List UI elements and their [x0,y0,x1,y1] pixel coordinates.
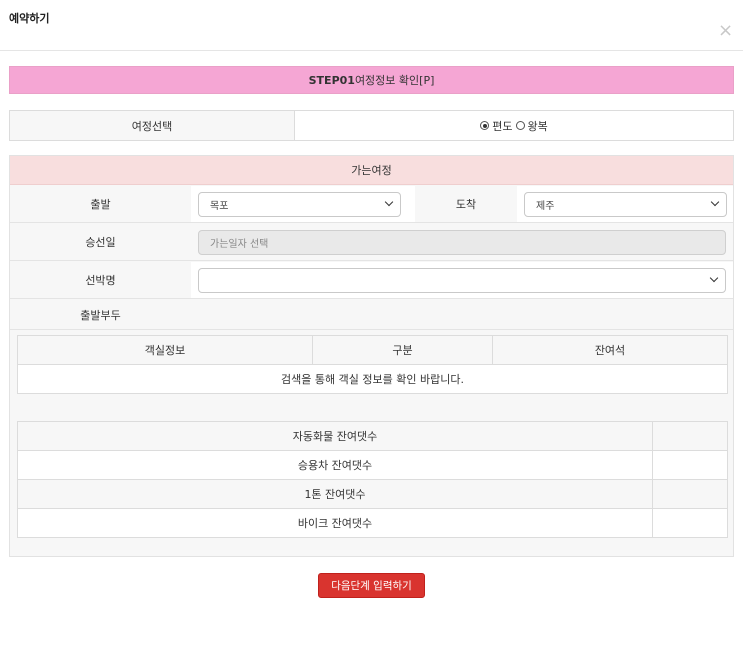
trip-type-row: 여정선택 편도 왕복 [9,110,734,141]
round-trip-radio[interactable] [515,121,525,130]
vehicle-row-label: 자동화물 잔여댓수 [17,421,653,451]
table-row: 자동화물 잔여댓수 [17,421,728,451]
dock-value [191,300,733,329]
vehicle-table: 자동화물 잔여댓수 승용차 잔여댓수 1톤 잔여댓수 바이크 잔여댓수 [17,421,728,538]
arrival-select[interactable]: 제주 [524,191,727,217]
dock-row: 출발부두 [10,300,733,330]
table-row: 바이크 잔여댓수 [17,508,728,538]
route-row: 출발 목포 도착 제주 [10,186,733,223]
chevron-down-icon [710,197,720,207]
chevron-down-icon [384,197,394,207]
table-row: 1톤 잔여댓수 [17,479,728,509]
vehicle-row-label: 바이크 잔여댓수 [17,508,653,538]
dock-label: 출발부두 [10,300,191,329]
trip-type-options: 편도 왕복 [295,111,733,140]
next-step-button[interactable]: 다음단계 입력하기 [318,573,425,598]
outbound-trip-panel: 가는여정 출발 목포 도착 제주 승선일 가는일자 선택 선박명 출발부두 객실… [9,155,734,557]
seats-left-header: 잔여석 [492,335,728,365]
arrival-label: 도착 [415,186,517,222]
modal-header: 예약하기 × [0,0,743,51]
vehicle-row-value [652,479,728,509]
cabin-type-header: 구분 [312,335,493,365]
chevron-down-icon [709,273,719,283]
ship-name-row: 선박명 [10,262,733,299]
vehicle-row-label: 승용차 잔여댓수 [17,450,653,480]
sail-date-input[interactable]: 가는일자 선택 [198,229,726,255]
departure-select[interactable]: 목포 [198,191,401,217]
departure-label: 출발 [10,186,191,222]
round-trip-label[interactable]: 왕복 [528,118,548,134]
close-icon[interactable]: × [718,22,733,40]
cabin-info-header: 객실정보 [17,335,313,365]
sail-date-row: 승선일 가는일자 선택 [10,224,733,261]
vehicle-row-value [652,508,728,538]
one-way-label[interactable]: 편도 [492,118,512,134]
arrival-value: 제주 [536,200,555,212]
departure-value: 목포 [210,200,229,212]
step-title: 여정정보 확인[P] [354,74,435,87]
cabin-empty-message: 검색을 통해 객실 정보를 확인 바랍니다. [17,364,728,394]
ship-name-select[interactable] [198,267,726,293]
ship-name-label: 선박명 [10,262,191,298]
vehicle-row-value [652,421,728,451]
step-number: STEP01 [308,73,355,87]
trip-type-label: 여정선택 [10,111,295,140]
section-title: 가는여정 [10,156,733,185]
modal-title: 예약하기 [9,12,50,25]
one-way-radio[interactable] [480,121,490,130]
sail-date-label: 승선일 [10,224,191,260]
table-row: 승용차 잔여댓수 [17,450,728,480]
cabin-table: 객실정보 구분 잔여석 검색을 통해 객실 정보를 확인 바랍니다. [17,335,728,394]
vehicle-row-label: 1톤 잔여댓수 [17,479,653,509]
vehicle-row-value [652,450,728,480]
step-banner: STEP01 여정정보 확인[P] [9,66,734,94]
